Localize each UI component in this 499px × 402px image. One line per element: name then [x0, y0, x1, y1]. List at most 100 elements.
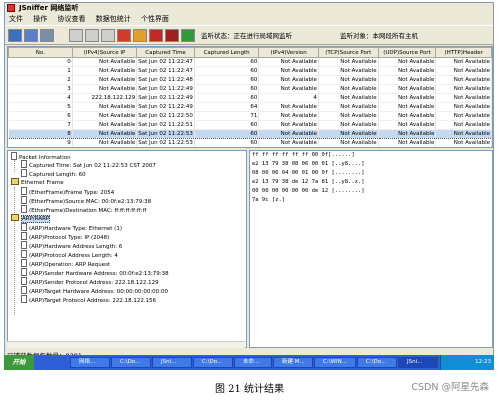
table-row[interactable]: 9 Not Available Sat Jun 02 11:22:53 60 Not A…	[8, 138, 492, 147]
table-row[interactable]: 5 Not Available Sat Jun 02 11:22:49 64 Not A…	[8, 102, 492, 112]
table-cell: 7	[8, 120, 73, 130]
tree-hw-type[interactable]: (ARP)Hardware Type: Ethernet (1)	[21, 223, 122, 232]
save-icon[interactable]	[8, 29, 22, 42]
table-cell: Sat Jun 02 11:22:49	[136, 93, 195, 103]
table-row[interactable]: 2 Not Available Sat Jun 02 11:22:48 60 Not A…	[8, 75, 492, 85]
save-as-icon[interactable]	[24, 29, 38, 42]
tree-captured-time[interactable]: Captured Time: Sat Jun 02 11:22:53 CST 2…	[21, 160, 156, 169]
table-cell: Not Available	[378, 111, 437, 121]
tree-operation[interactable]: (ARP)Operation: ARP Request	[21, 259, 110, 268]
table-cell: Not Available	[318, 148, 378, 149]
tree-dest-mac[interactable]: (EtherFrame)Destination MAC: ff:ff:ff:ff…	[21, 205, 146, 214]
stop-icon[interactable]	[149, 29, 163, 42]
taskbar-button[interactable]: C:\Do...	[357, 357, 397, 368]
packet-table: No. (IPv4)Source IP Captured Time Captur…	[7, 46, 493, 148]
toolbar: 监听状态：正在进行局域网监听 监听对象：本网段所有主机	[5, 25, 493, 45]
table-cell: Sat Jun 02 11:22:53	[136, 138, 195, 147]
tree-sender-proto[interactable]: (ARP)Sender Protocol Address: 222.18.122…	[21, 277, 159, 286]
table-cell: Not Available	[378, 75, 437, 85]
hex-line: e2 13 79 38 08 06 00 01 [..y8....]	[252, 161, 365, 167]
table-cell: Not Available	[258, 129, 319, 139]
table-cell: 8	[8, 129, 73, 139]
table-cell: Not Available	[72, 120, 138, 130]
table-cell: Not Available	[378, 129, 437, 139]
tree-captured-length[interactable]: Captured Length: 60	[21, 169, 86, 178]
table-cell: Not Available	[378, 66, 437, 76]
hex-line: 08 00 06 04 00 01 00 0f [........]	[252, 170, 365, 176]
table-row[interactable]: 8 Not Available Sat Jun 02 11:22:53 60 Not A…	[8, 129, 492, 139]
taskbar-button[interactable]: C:\WIN...	[314, 357, 356, 368]
tree-sender-hw[interactable]: (ARP)Sender Hardware Address: 00:0f:e2:1…	[21, 268, 169, 277]
tree-frame-type[interactable]: (EtherFrame)Frame Type: 2054	[21, 187, 114, 196]
column-header[interactable]: (UDP)Source Port	[377, 47, 437, 58]
table-cell: 60	[194, 66, 260, 76]
menu-packet-stats[interactable]: 数据包统计	[96, 15, 131, 23]
user-icon[interactable]	[133, 29, 147, 42]
system-tray: 12:23	[440, 355, 494, 370]
menu-operate[interactable]: 操作	[33, 15, 47, 23]
table-cell: Not Available	[435, 129, 492, 139]
table-cell: Not Available	[72, 129, 138, 139]
taskbar-button[interactable]: C:\Do...	[111, 357, 151, 368]
tree-target-proto[interactable]: (ARP)Target Protocol Address: 222.18.122…	[21, 295, 156, 304]
tree-source-mac[interactable]: (EtherFrame)Source MAC: 00:0f:e2:13:79:3…	[21, 196, 151, 205]
menu-protocol-view[interactable]: 协议查看	[57, 15, 85, 23]
table-cell: Not Available	[435, 75, 492, 85]
table-cell: Not Available	[72, 75, 138, 85]
tree-hw-len[interactable]: (ARP)Hardware Address Length: 6	[21, 241, 122, 250]
table-row[interactable]: 1 Not Available Sat Jun 02 11:22:47 60 Not A…	[8, 66, 492, 76]
table-cell: Not Available	[318, 111, 379, 121]
table-row[interactable]: 6 Not Available Sat Jun 02 11:22:50 71 Not A…	[8, 111, 492, 121]
tree-target-hw[interactable]: (ARP)Target Hardware Address: 00:00:00:0…	[21, 286, 168, 295]
table-cell: Not Available	[258, 75, 319, 85]
title-bar: JSniffer 网络监听	[5, 3, 493, 13]
table-cell: Not Available	[259, 148, 319, 149]
filter-icon[interactable]	[85, 29, 99, 42]
column-header[interactable]: (HTTP)Header	[435, 47, 492, 58]
table-cell: Not Available	[318, 120, 379, 130]
table-cell: Not Available	[378, 93, 437, 103]
column-header[interactable]: (IPv4)Source IP	[71, 47, 138, 58]
table-cell: Not Available	[72, 111, 138, 121]
column-header[interactable]: Captured Time	[136, 47, 195, 58]
table-cell: 60	[194, 138, 260, 147]
window-title: JSniffer 网络监听	[19, 4, 79, 12]
table-row[interactable]: 4 222.18.122.129 Sat Jun 02 11:22:49 60 4 Not…	[8, 93, 492, 103]
taskbar-button[interactable]: 未命...	[234, 357, 272, 368]
horizontal-scrollbar[interactable]	[7, 341, 245, 348]
table-row[interactable]: 3 Not Available Sat Jun 02 11:22:49 60 Not A…	[8, 84, 492, 94]
taskbar-button[interactable]: C:\Do...	[193, 357, 233, 368]
column-header[interactable]: No.	[8, 47, 73, 58]
pause-icon[interactable]	[117, 29, 131, 42]
clear-icon[interactable]	[101, 29, 115, 42]
table-cell: 60	[194, 75, 260, 85]
tree-arp[interactable]: ARP/RARP	[11, 214, 51, 223]
settings-icon[interactable]	[40, 29, 54, 42]
column-header[interactable]: Captured Length	[193, 47, 260, 58]
table-cell: Not Available	[258, 102, 319, 112]
table-cell: Not Available	[378, 102, 437, 112]
tree-ethernet-frame[interactable]: Ethernet Frame	[11, 178, 64, 187]
exit-icon[interactable]	[165, 29, 179, 42]
taskbar-button-active[interactable]: JSni...	[398, 357, 438, 368]
start-capture-icon[interactable]	[181, 29, 195, 42]
tree-proto-type[interactable]: (ARP)Protocol Type: IP (2048)	[21, 232, 109, 241]
table-row[interactable]: 0 Not Available Sat Jun 02 11:22:47 60 Not A…	[8, 57, 492, 67]
table-cell: Not Available	[258, 111, 319, 121]
table-cell: Sat Jun 02 11:22:47	[136, 66, 195, 76]
taskbar-button[interactable]: 新建 M...	[273, 357, 313, 368]
menu-file[interactable]: 文件	[9, 15, 23, 23]
menu-custom-ui[interactable]: 个性界面	[141, 15, 169, 23]
taskbar-button[interactable]: 网络...	[70, 357, 110, 368]
start-button[interactable]: 开始	[4, 355, 34, 370]
table-cell: Sat Jun 02 11:22:53	[136, 129, 195, 139]
column-header[interactable]: (TCP)Source Port	[317, 47, 379, 58]
hex-line: e2 13 79 38 de 12 7a 81 [..y8..z.]	[252, 179, 365, 185]
table-cell: Not Available	[318, 57, 379, 67]
table-row[interactable]: 7 Not Available Sat Jun 02 11:22:51 60 Not A…	[8, 120, 492, 130]
column-header[interactable]: (IPv4)Version	[258, 47, 319, 58]
tree-proto-len[interactable]: (ARP)Protocol Address Length: 4	[21, 250, 118, 259]
open-icon[interactable]	[69, 29, 83, 42]
taskbar-button[interactable]: JSni...	[152, 357, 192, 368]
table-row[interactable]: 10Not AvailableSat Jun 02 11:22:5360Not …	[9, 148, 492, 149]
